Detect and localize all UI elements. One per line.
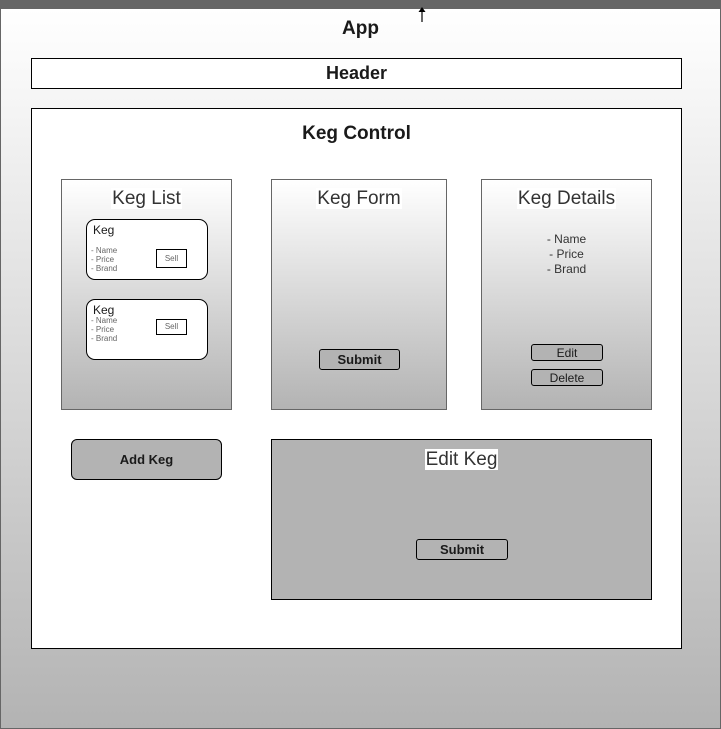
edit-keg-title-text: Edit Keg <box>424 449 499 470</box>
keg-details-prop-brand: - Brand <box>546 262 587 276</box>
keg-details-prop-price: - Price <box>549 247 584 261</box>
keg-card-prop-name: - Name <box>91 246 118 255</box>
keg-card-prop-brand: - Brand <box>91 264 118 273</box>
edit-keg-panel: Edit Keg Submit <box>271 439 652 600</box>
keg-details-panel: Keg Details - Name - Price - Brand Edit … <box>481 179 652 410</box>
keg-details-prop-name: - Name <box>546 232 587 246</box>
arrow-up-icon <box>418 7 426 22</box>
keg-list-title: Keg List <box>62 188 231 210</box>
edit-button[interactable]: Edit <box>531 344 603 361</box>
keg-card[interactable]: Keg - Name - Price - Brand Sell <box>86 219 208 280</box>
app-container: App Header Keg Control Keg List Keg - Na… <box>0 7 721 729</box>
keg-details-title: Keg Details <box>482 188 651 210</box>
keg-control-box: Keg Control Keg List Keg - Name - Price … <box>31 108 682 649</box>
sell-button[interactable]: Sell <box>156 249 187 268</box>
keg-control-title: Keg Control <box>302 123 411 144</box>
edit-keg-submit-button[interactable]: Submit <box>416 539 508 560</box>
keg-card-props: - Name - Price - Brand <box>91 316 117 343</box>
keg-form-panel: Keg Form Submit <box>271 179 447 410</box>
keg-details-props: - Name - Price - Brand <box>482 232 651 277</box>
keg-form-title-text: Keg Form <box>316 188 402 209</box>
keg-card-prop-price: - Price <box>91 255 115 264</box>
header-box: Header <box>31 58 682 89</box>
keg-card-name: Keg <box>93 223 115 237</box>
keg-form-title: Keg Form <box>272 188 446 210</box>
keg-card-props: - Name - Price - Brand <box>91 246 117 273</box>
keg-list-title-text: Keg List <box>111 188 182 209</box>
keg-list-panel: Keg List Keg - Name - Price - Brand Sell… <box>61 179 232 410</box>
keg-card-prop-price: - Price <box>91 325 115 334</box>
keg-details-title-text: Keg Details <box>516 188 617 209</box>
app-title: App <box>342 18 379 39</box>
sell-button[interactable]: Sell <box>156 319 187 335</box>
keg-card-name: Keg <box>93 303 115 317</box>
delete-button[interactable]: Delete <box>531 369 603 386</box>
add-keg-button[interactable]: Add Keg <box>71 439 222 480</box>
edit-keg-title: Edit Keg <box>272 449 651 471</box>
keg-card[interactable]: Keg - Name - Price - Brand Sell <box>86 299 208 360</box>
keg-card-prop-name: - Name <box>91 316 118 325</box>
top-bar <box>0 0 721 8</box>
keg-form-submit-button[interactable]: Submit <box>319 349 400 370</box>
keg-card-prop-brand: - Brand <box>91 334 118 343</box>
